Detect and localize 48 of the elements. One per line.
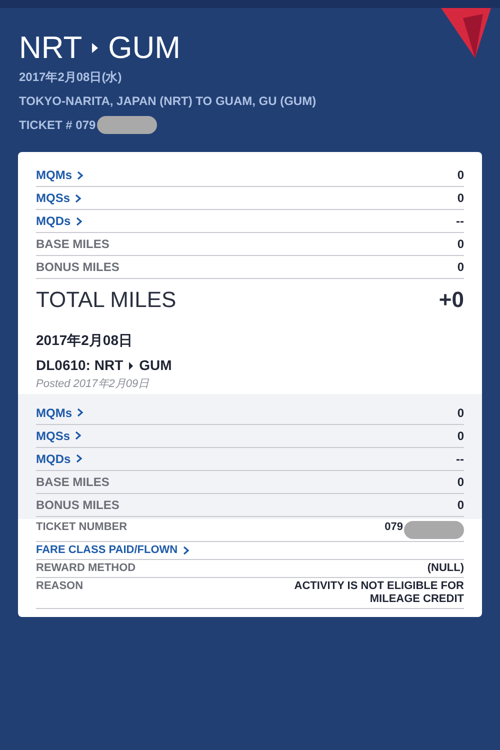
row-label: REASON — [36, 580, 84, 592]
link[interactable]: MQMs — [36, 168, 83, 182]
flight-date: 2017年2月08日 — [36, 331, 134, 350]
posted-date: Posted 2017年2月09日 — [36, 377, 150, 392]
logo-icon — [441, 8, 491, 58]
row-value: 0 — [457, 498, 464, 512]
link[interactable]: MQSs — [36, 428, 82, 442]
chevron-icon — [76, 454, 82, 463]
link[interactable]: MQDs — [36, 214, 82, 228]
row-value: 0 — [457, 237, 464, 251]
total-value: +0 — [438, 286, 464, 314]
row-value: 0 — [457, 191, 464, 205]
triangle-icon — [129, 362, 134, 370]
total-label: TOTAL MILES — [36, 286, 176, 314]
flight-date: 2017年2月08日(水) — [19, 69, 123, 86]
link[interactable]: MQSs — [36, 191, 82, 205]
chevron-icon — [76, 216, 82, 226]
chevron-icon — [75, 194, 82, 202]
link[interactable]: MQMs — [36, 406, 83, 420]
route-description: TOKYO-NARITA, JAPAN (NRT) TO GUAM, GU (GUM) — [19, 93, 318, 110]
chevron-icon — [77, 170, 83, 180]
link[interactable]: FARE CLASS PAID/FLOWN — [36, 544, 189, 556]
row-label: BASE MILES — [36, 474, 110, 488]
destination-code: GUM — [108, 30, 180, 66]
row-value: 079 — [384, 520, 403, 534]
chevron-icon — [77, 408, 83, 417]
row-label: REWARD METHOD — [36, 562, 136, 574]
link[interactable]: MQDs — [36, 452, 82, 466]
chevron-icon — [75, 431, 82, 440]
ticket-number: TICKET # 079 — [19, 117, 96, 134]
row-value: 0 — [457, 474, 464, 488]
row-value: 0 — [457, 168, 464, 182]
row-label: BONUS MILES — [36, 260, 120, 274]
row-value: 0 — [457, 406, 464, 420]
row-value: -- — [456, 452, 464, 466]
row-label: TICKET NUMBER — [36, 520, 128, 534]
row-label: BONUS MILES — [36, 498, 120, 512]
triangle-icon — [92, 43, 98, 53]
chevron-icon — [182, 546, 189, 554]
row-value: (NULL) — [427, 562, 464, 574]
row-value: -- — [456, 214, 464, 228]
origin-code: NRT — [19, 30, 82, 66]
row-value: 0 — [457, 428, 464, 442]
row-value: ACTIVITY IS NOT ELIGIBLE FOR MILEAGE CREDIT — [293, 580, 464, 606]
flight-number: DL0610: NRT — [36, 356, 124, 375]
row-value: 0 — [457, 260, 464, 274]
destination-code: GUM — [139, 356, 172, 375]
row-label: BASE MILES — [36, 237, 110, 251]
